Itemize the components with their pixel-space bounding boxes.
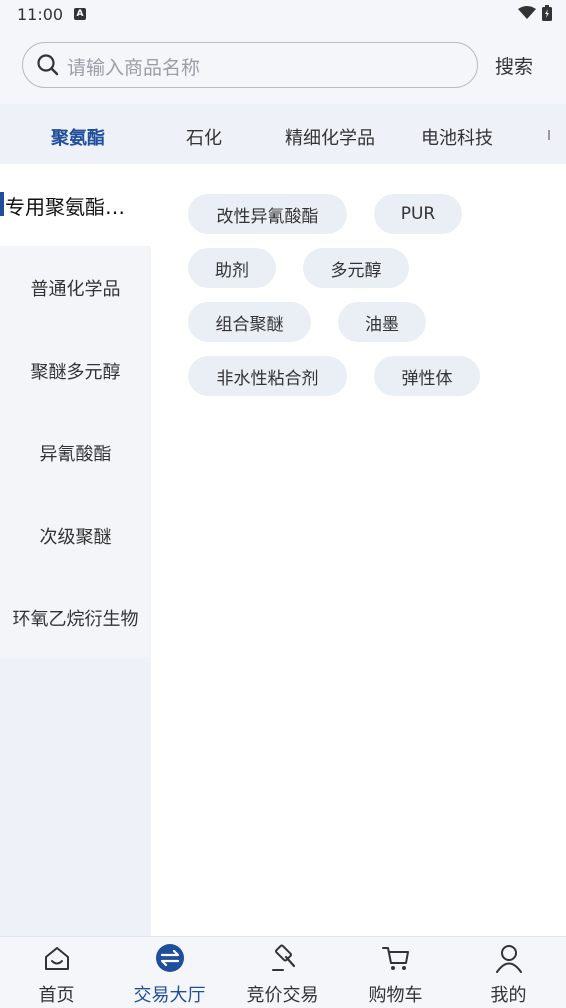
search-icon: [37, 54, 59, 76]
battery-icon: [542, 5, 552, 21]
nav-profile[interactable]: 我的: [452, 937, 565, 1008]
nav-label-profile: 我的: [490, 985, 527, 1006]
nav-auction[interactable]: 竞价交易: [226, 937, 339, 1008]
nav-label-cart: 购物车: [368, 985, 423, 1006]
nav-label-home: 首页: [38, 985, 75, 1006]
notification-icon: A: [74, 8, 86, 20]
chip-non-aqueous-adhesive[interactable]: 非水性粘合剂: [188, 356, 347, 396]
sidebar-item-special-polyurethane[interactable]: 专用聚氨酯…: [0, 164, 151, 246]
chip-additives[interactable]: 助剂: [188, 248, 276, 288]
nav-cart[interactable]: 购物车: [339, 937, 452, 1008]
sidebar-item-secondary-polyether[interactable]: 次级聚醚: [0, 495, 151, 577]
sidebar-item-general-chemicals[interactable]: 普通化学品: [0, 247, 151, 329]
nav-trading-hall[interactable]: 交易大厅: [113, 937, 226, 1008]
sidebar-item-polyether-polyol[interactable]: 聚醚多元醇: [0, 330, 151, 412]
tab-overflow-indicator: [548, 130, 550, 140]
tab-battery-tech[interactable]: 电池科技: [421, 124, 493, 150]
search-placeholder: 请输入商品名称: [67, 57, 201, 79]
search-bar: 请输入商品名称 搜索: [0, 30, 566, 104]
chip-polyether-blend[interactable]: 组合聚醚: [188, 302, 311, 342]
tab-polyurethane[interactable]: 聚氨酯: [51, 124, 105, 150]
exchange-icon: [156, 944, 184, 972]
status-bar: 11:00 A: [0, 0, 566, 30]
nav-label-trading-hall: 交易大厅: [133, 985, 206, 1006]
category-tabs: 聚氨酯 石化 精细化学品 电池科技: [0, 104, 566, 164]
chip-modified-isocyanate[interactable]: 改性异氰酸酯: [188, 194, 347, 234]
profile-icon: [496, 945, 522, 973]
chip-polyol[interactable]: 多元醇: [303, 248, 409, 288]
status-icons: [518, 5, 552, 21]
sidebar-item-eo-derivatives[interactable]: 环氧乙烷衍生物: [0, 577, 151, 659]
nav-home[interactable]: 首页: [0, 937, 113, 1008]
bottom-nav: 首页 交易大厅 竞价交易 购物车 我的: [0, 936, 566, 1008]
search-button[interactable]: 搜索: [495, 52, 533, 79]
cart-icon: [382, 947, 409, 970]
status-time: 11:00: [17, 5, 64, 24]
search-input[interactable]: 请输入商品名称: [22, 42, 478, 88]
sidebar: 专用聚氨酯… 普通化学品 聚醚多元醇 异氰酸酯 次级聚醚 环氧乙烷衍生物: [0, 164, 151, 936]
chip-ink[interactable]: 油墨: [338, 302, 426, 342]
sidebar-item-isocyanate[interactable]: 异氰酸酯: [0, 412, 151, 494]
nav-label-auction: 竞价交易: [246, 985, 319, 1006]
subcategory-panel: 改性异氰酸酯 PUR 助剂 多元醇 组合聚醚 油墨 非水性粘合剂 弹性体: [151, 164, 566, 936]
chip-pur[interactable]: PUR: [374, 194, 462, 234]
auction-hammer-icon: [272, 944, 296, 971]
sidebar-empty-area: [0, 658, 151, 936]
wifi-icon: [518, 6, 536, 19]
chip-elastomer[interactable]: 弹性体: [374, 356, 480, 396]
home-icon: [45, 947, 69, 970]
tab-petrochemical[interactable]: 石化: [186, 124, 222, 150]
tab-fine-chemicals[interactable]: 精细化学品: [285, 124, 375, 150]
